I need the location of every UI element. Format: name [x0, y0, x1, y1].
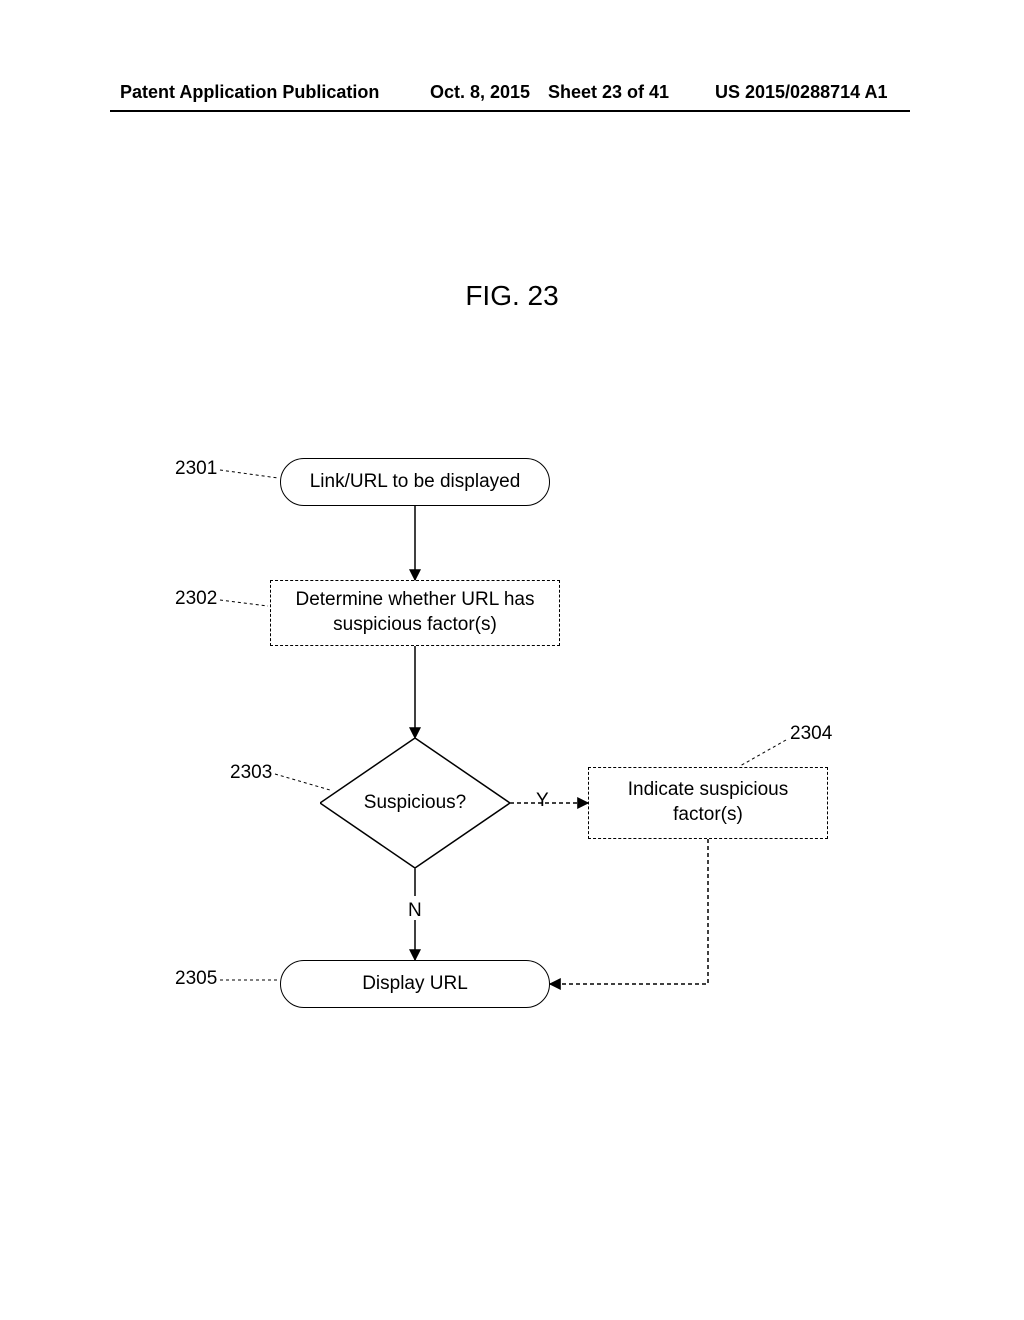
connectors — [0, 0, 1024, 1320]
leader-2304 — [740, 740, 786, 766]
page: Patent Application Publication Oct. 8, 2… — [0, 0, 1024, 1320]
leader-2301 — [220, 470, 278, 478]
leader-2302 — [220, 600, 268, 606]
leader-2303 — [275, 774, 330, 790]
arrow-indicate-to-display — [550, 839, 708, 984]
flowchart-canvas: Link/URL to be displayed Determine wheth… — [0, 0, 1024, 1320]
